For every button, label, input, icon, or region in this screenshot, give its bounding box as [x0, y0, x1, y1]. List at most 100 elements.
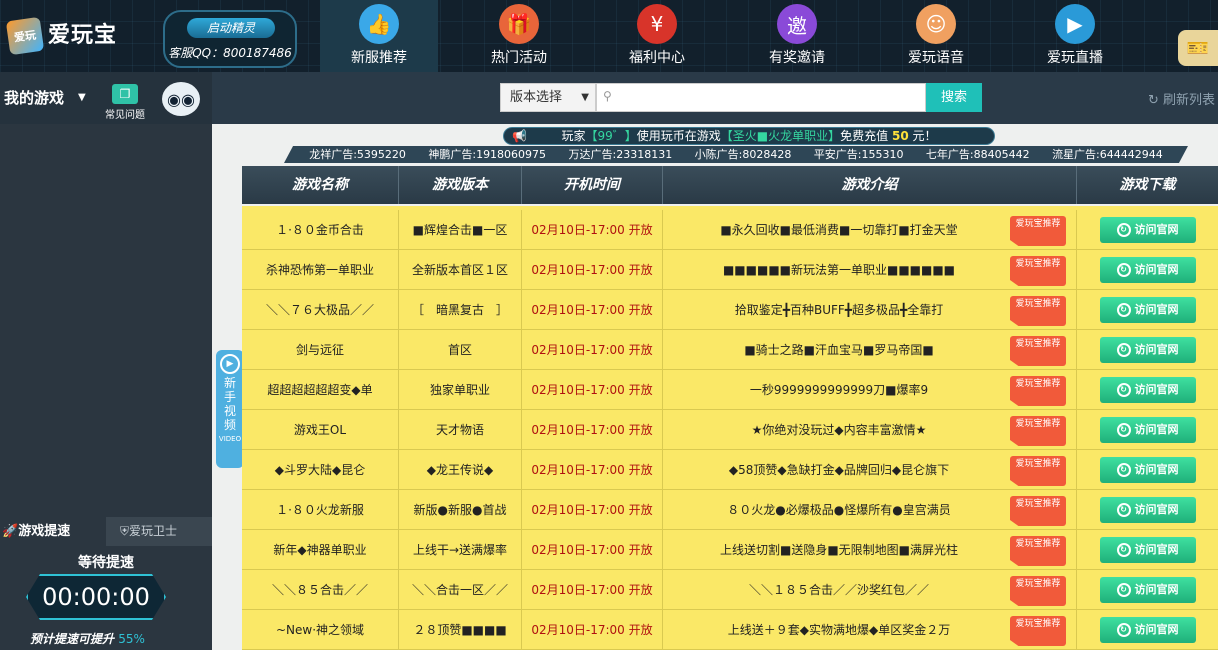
visit-site-button[interactable]: ↻ 访问官网: [1099, 337, 1196, 363]
game-version: 首区: [399, 330, 522, 369]
faq-button[interactable]: ❐ 常见问题: [100, 84, 150, 121]
search-input[interactable]: [619, 87, 919, 108]
visit-site-button[interactable]: ↻ 访问官网: [1099, 297, 1196, 323]
game-version: 上线干→送满爆率: [399, 530, 522, 569]
game-name[interactable]: 杀神恐怖第一单职业: [242, 250, 399, 289]
tab-guard[interactable]: ⛨爱玩卫士: [106, 517, 212, 546]
table-header: 游戏名称 游戏版本 开机时间 游戏介绍 游戏下载: [242, 166, 1218, 204]
visit-label: 访问官网: [1134, 423, 1179, 436]
intro-text: ■永久回收■最低消费■一切靠打■打金天堂: [720, 223, 958, 237]
game-download: ↻ 访问官网: [1077, 530, 1218, 569]
table-row[interactable]: １·８０火龙新服 新版●新服●首战 02月10日-17:00 开放 ８０火龙●必爆极品…: [242, 490, 1218, 530]
game-name[interactable]: 游戏王OL: [242, 410, 399, 449]
recharge-notice: 📢 玩家【99゛】使用玩币在游戏【圣火■火龙单职业】免费充值 50 元！: [503, 127, 995, 145]
nav-new-servers[interactable]: 👍 新服推荐: [320, 0, 438, 72]
visit-site-button[interactable]: ↻ 访问官网: [1099, 377, 1196, 403]
game-version: 全新版本首区１区: [399, 250, 522, 289]
logo-mark-icon: 爱玩: [5, 16, 45, 56]
nav-voice[interactable]: ☺ 爱玩语音: [877, 0, 995, 72]
game-intro: ＼＼１８５合击／／沙奖红包／／ 爱玩宝推荐: [663, 570, 1077, 609]
ad-item[interactable]: 七年广告:88405442: [926, 146, 1030, 163]
col-intro: 游戏介绍: [663, 166, 1077, 204]
visit-site-button[interactable]: ↻ 访问官网: [1099, 417, 1196, 443]
game-intro: ◆58顶赞◆急缺打金◆品牌回归◆昆仑旗下 爱玩宝推荐: [663, 450, 1077, 489]
game-name[interactable]: １·８０火龙新服: [242, 490, 399, 529]
speed-timer[interactable]: 00:00:00: [26, 574, 166, 620]
visit-label: 访问官网: [1134, 263, 1179, 276]
table-row[interactable]: ~New·神之领域 ２８顶赞■■■■ 02月10日-17:00 开放 上线送＋９套◆实…: [242, 610, 1218, 650]
ad-item[interactable]: 平安广告:155310: [814, 146, 904, 163]
open-time: 02月10日-17:00 开放: [522, 370, 663, 409]
nav-label: 爱玩直播: [1047, 50, 1103, 66]
version-select[interactable]: 版本选择 ▼: [500, 83, 596, 112]
notice-text: 使用玩币在游戏: [636, 129, 721, 143]
nav-live[interactable]: ▶ 爱玩直播: [1016, 0, 1134, 72]
nav-invite[interactable]: 邀 有奖邀请: [738, 0, 856, 72]
visit-site-button[interactable]: ↻ 访问官网: [1099, 577, 1196, 603]
visit-site-button[interactable]: ↻ 访问官网: [1099, 537, 1196, 563]
robot-icon[interactable]: ◉◉: [162, 82, 200, 116]
visit-label: 访问官网: [1134, 623, 1179, 636]
col-version: 游戏版本: [399, 166, 522, 204]
video-char: 视: [223, 404, 236, 418]
play-icon: ▶: [220, 354, 240, 374]
nav-welfare[interactable]: ¥ 福利中心: [598, 0, 716, 72]
ad-bar: 龙祥广告:5395220 神鹏广告:1918060975 万达广告:233181…: [284, 146, 1188, 163]
game-name[interactable]: 剑与远征: [242, 330, 399, 369]
tab-game-speed[interactable]: 🚀游戏提速: [0, 517, 106, 546]
table-row[interactable]: 杀神恐怖第一单职业 全新版本首区１区 02月10日-17:00 开放 ■■■■■■新玩…: [242, 250, 1218, 290]
game-name[interactable]: 超超超超超超变◆单: [242, 370, 399, 409]
table-row[interactable]: ＼＼８５合击／／ ＼＼合击一区／／ 02月10日-17:00 开放 ＼＼１８５合击／／…: [242, 570, 1218, 610]
open-time: 02月10日-17:00 开放: [522, 330, 663, 369]
launch-spirit-button[interactable]: 启动精灵: [187, 18, 275, 38]
globe-icon: ↻: [1116, 423, 1131, 437]
nav-label: 有奖邀请: [769, 50, 825, 66]
visit-site-button[interactable]: ↻ 访问官网: [1099, 217, 1196, 243]
newbie-video-tab[interactable]: ▶ 新 手 视 频 VIDEO: [216, 350, 244, 468]
nav-hot-events[interactable]: 🎁 热门活动: [460, 0, 578, 72]
notice-text: 免费充值: [840, 129, 889, 143]
nav-label: 爱玩语音: [908, 50, 964, 66]
game-intro: 一秒9999999999999刀■爆率9 爱玩宝推荐: [663, 370, 1077, 409]
app-window: 爱玩 爱玩宝 启动精灵 客服QQ：800187486 👍 新服推荐 🎁 热门活动…: [0, 0, 1218, 650]
notice-player: 【99゛】: [585, 129, 637, 143]
table-row[interactable]: 新年◆神器单职业 上线干→送满爆率 02月10日-17:00 开放 上线送切割■送隐身…: [242, 530, 1218, 570]
game-version: ◆龙王传说◆: [399, 450, 522, 489]
visit-site-button[interactable]: ↻ 访问官网: [1099, 497, 1196, 523]
visit-site-button[interactable]: ↻ 访问官网: [1099, 257, 1196, 283]
visit-site-button[interactable]: ↻ 访问官网: [1099, 457, 1196, 483]
game-name[interactable]: １·８０金币合击: [242, 210, 399, 249]
table-row[interactable]: ＼＼７６大极品／／ ［ 暗黑复古 ］ 02月10日-17:00 开放 拾取鉴定╋百种B…: [242, 290, 1218, 330]
table-row[interactable]: 超超超超超超变◆单 独家单职业 02月10日-17:00 开放 一秒999999999…: [242, 370, 1218, 410]
game-intro: ■骑士之路■汗血宝马■罗马帝国■ 爱玩宝推荐: [663, 330, 1077, 369]
visit-label: 访问官网: [1134, 303, 1179, 316]
ad-item[interactable]: 小陈广告:8028428: [695, 146, 792, 163]
game-version: ［ 暗黑复古 ］: [399, 290, 522, 329]
ad-item[interactable]: 神鹏广告:1918060975: [428, 146, 546, 163]
game-name[interactable]: ＼＼８５合击／／: [242, 570, 399, 609]
book-icon: ❐: [112, 84, 138, 104]
visit-site-button[interactable]: ↻ 访问官网: [1099, 617, 1196, 643]
game-name[interactable]: 新年◆神器单职业: [242, 530, 399, 569]
game-intro: 上线送＋９套◆实物满地爆◆单区奖金２万 爱玩宝推荐: [663, 610, 1077, 649]
game-name[interactable]: ~New·神之领域: [242, 610, 399, 649]
faq-label: 常见问题: [105, 110, 145, 121]
notice-game: 【圣火■火龙单职业】: [720, 129, 841, 143]
tv-icon: ▶: [1055, 4, 1095, 44]
search-button[interactable]: 搜索: [926, 83, 982, 112]
intro-text: ８０火龙●必爆极品●怪爆所有●皇宫满员: [727, 503, 951, 517]
game-name[interactable]: ＼＼７６大极品／／: [242, 290, 399, 329]
ad-item[interactable]: 万达广告:23318131: [569, 146, 673, 163]
table-row[interactable]: １·８０金币合击 ■辉煌合击■一区 02月10日-17:00 开放 ■永久回收■最低消…: [242, 210, 1218, 250]
ticket-icon[interactable]: 🎫: [1178, 30, 1218, 66]
game-name[interactable]: ◆斗罗大陆◆昆仑: [242, 450, 399, 489]
ad-item[interactable]: 龙祥广告:5395220: [309, 146, 406, 163]
refresh-list-button[interactable]: ↻ 刷新列表: [1148, 89, 1215, 108]
ad-item[interactable]: 流星广告:644442944: [1052, 146, 1163, 163]
table-row[interactable]: 剑与远征 首区 02月10日-17:00 开放 ■骑士之路■汗血宝马■罗马帝国■ 爱玩宝…: [242, 330, 1218, 370]
table-row[interactable]: ◆斗罗大陆◆昆仑 ◆龙王传说◆ 02月10日-17:00 开放 ◆58顶赞◆急缺打金◆…: [242, 450, 1218, 490]
globe-icon: ↻: [1116, 503, 1131, 517]
open-time: 02月10日-17:00 开放: [522, 530, 663, 569]
table-row[interactable]: 游戏王OL 天才物语 02月10日-17:00 开放 ★你绝对没玩过◆内容丰富激情★ 爱…: [242, 410, 1218, 450]
game-version: ＼＼合击一区／／: [399, 570, 522, 609]
